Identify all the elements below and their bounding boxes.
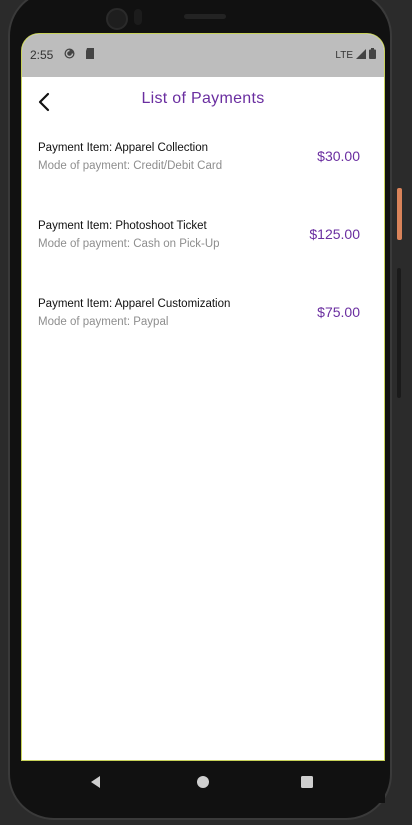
device-frame: 2:55 LTE List of Payments Payment Item: … (0, 0, 412, 825)
payment-mode: Mode of payment: Cash on Pick-Up (38, 238, 220, 250)
earpiece-speaker (184, 14, 226, 19)
payment-item-name: Payment Item: Apparel Collection (38, 142, 209, 154)
screen: 2:55 LTE List of Payments Payment Item: … (21, 33, 385, 761)
nav-home-button[interactable] (194, 773, 212, 791)
payment-amount: $125.00 (309, 226, 360, 242)
payment-amount: $30.00 (317, 148, 360, 164)
status-right-group: LTE (335, 48, 376, 62)
status-bar: 2:55 LTE (22, 34, 384, 77)
status-time: 2:55 (30, 48, 54, 62)
front-camera (106, 8, 128, 30)
sensor (134, 9, 142, 25)
back-triangle-icon (91, 776, 100, 788)
power-button (397, 188, 402, 240)
network-type: LTE (335, 49, 353, 61)
payment-list-item[interactable]: Payment Item: Apparel Customization Mode… (22, 290, 384, 368)
payment-list-item[interactable]: Payment Item: Apparel Collection Mode of… (22, 134, 384, 212)
payment-list-item[interactable]: Payment Item: Photoshoot Ticket Mode of … (22, 212, 384, 290)
signal-icon (356, 48, 366, 62)
payment-mode: Mode of payment: Credit/Debit Card (38, 160, 223, 172)
payment-amount: $75.00 (317, 304, 360, 320)
payment-item-name: Payment Item: Apparel Customization (38, 298, 231, 310)
battery-icon (369, 48, 376, 62)
sd-card-icon (84, 48, 95, 59)
nav-back-button[interactable] (87, 773, 105, 791)
payment-mode: Mode of payment: Paypal (38, 316, 169, 328)
volume-button (397, 268, 401, 398)
system-nav-bar (21, 761, 385, 803)
home-circle-icon (197, 776, 209, 788)
pocket-casts-icon (64, 48, 75, 59)
app-header: List of Payments (22, 77, 384, 127)
recents-square-icon (301, 776, 313, 788)
payment-item-name: Payment Item: Photoshoot Ticket (38, 220, 207, 232)
nav-recents-button[interactable] (298, 773, 316, 791)
page-title: List of Payments (141, 90, 265, 107)
payment-list: Payment Item: Apparel Collection Mode of… (22, 134, 384, 368)
